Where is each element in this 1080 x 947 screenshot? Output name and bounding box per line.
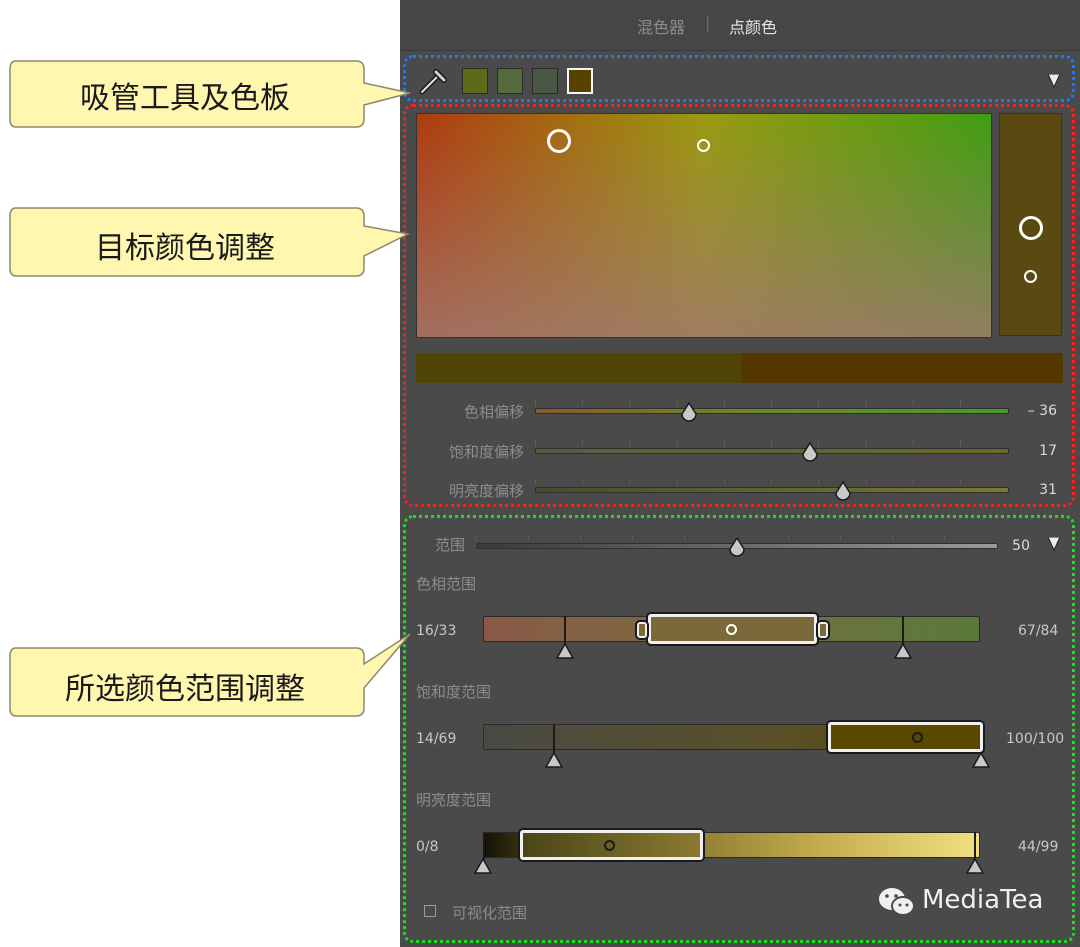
range-section-highlight <box>403 515 1075 943</box>
tab-point-color[interactable]: 点颜色 <box>729 14 777 38</box>
callout-range-text: 所选颜色范围调整 <box>65 672 305 707</box>
eyedropper-section-highlight <box>403 55 1075 102</box>
callout-eyedropper-text: 吸管工具及色板 <box>80 81 290 116</box>
callout-target-color-text: 目标颜色调整 <box>95 231 275 266</box>
tab-separator: | <box>705 13 711 32</box>
target-color-section-highlight <box>403 104 1075 507</box>
tab-mixer[interactable]: 混色器 <box>637 14 685 38</box>
